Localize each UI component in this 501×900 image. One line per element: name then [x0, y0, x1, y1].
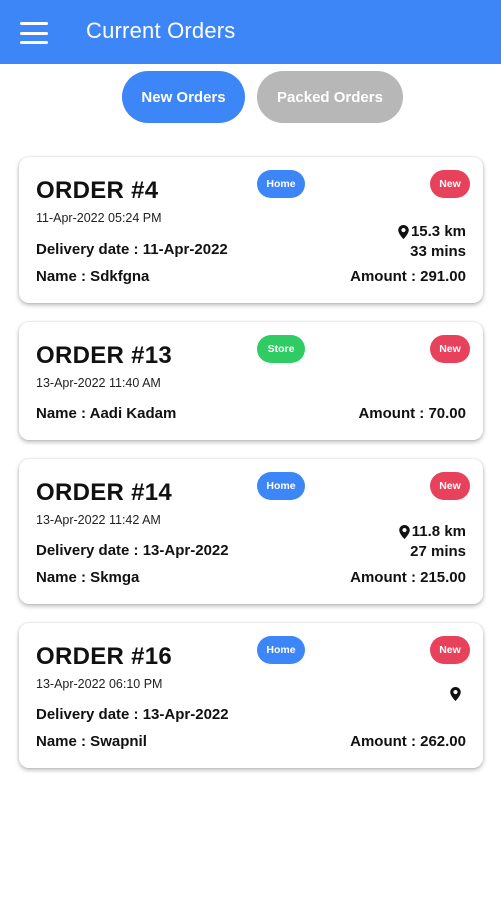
order-title: ORDER #13 [36, 342, 173, 369]
order-title: ORDER #14 [36, 479, 173, 506]
map-pin-icon [398, 224, 409, 239]
status-badge: New [430, 170, 470, 198]
order-card-14[interactable]: ORDER #14 13-Apr-2022 11:42 AM Home New … [19, 459, 483, 604]
delivery-type-badge: Store [257, 335, 305, 363]
delivery-type-badge: Home [257, 170, 305, 198]
order-amount: Amount : 215.00 [350, 569, 466, 586]
distance: 15.3 km [398, 223, 466, 240]
tab-packed-orders[interactable]: Packed Orders [257, 71, 403, 123]
hamburger-menu-icon[interactable] [20, 22, 48, 44]
map-pin-icon [450, 687, 461, 701]
delivery-date: Delivery date : 11-Apr-2022 [36, 241, 228, 258]
order-amount: Amount : 291.00 [350, 268, 466, 285]
distance: 11.8 km [399, 523, 466, 540]
tab-new-orders[interactable]: New Orders [122, 71, 245, 123]
page-title: Current Orders [86, 18, 236, 43]
order-amount: Amount : 262.00 [350, 733, 466, 750]
app-bar: Current Orders [0, 0, 501, 64]
delivery-type-badge: Home [257, 472, 305, 500]
status-badge: New [430, 636, 470, 664]
order-title: ORDER #4 [36, 177, 159, 204]
customer-name: Name : Sdkfgna [36, 268, 150, 285]
duration: 27 mins [410, 543, 466, 560]
delivery-date: Delivery date : 13-Apr-2022 [36, 542, 229, 559]
order-title: ORDER #16 [36, 643, 173, 670]
map-pin-icon [399, 524, 410, 539]
delivery-date: Delivery date : 13-Apr-2022 [36, 706, 229, 723]
order-timestamp: 13-Apr-2022 11:42 AM [36, 513, 161, 527]
order-timestamp: 13-Apr-2022 06:10 PM [36, 677, 163, 691]
order-timestamp: 13-Apr-2022 11:40 AM [36, 376, 161, 390]
customer-name: Name : Skmga [36, 569, 140, 586]
order-tabs: New Orders Packed Orders [0, 71, 501, 123]
order-card-13[interactable]: ORDER #13 13-Apr-2022 11:40 AM Store New… [19, 322, 483, 440]
order-amount: Amount : 70.00 [358, 405, 466, 422]
duration: 33 mins [410, 243, 466, 260]
delivery-type-badge: Home [257, 636, 305, 664]
customer-name: Name : Swapnil [36, 733, 147, 750]
status-badge: New [430, 472, 470, 500]
order-timestamp: 11-Apr-2022 05:24 PM [36, 211, 162, 225]
distance-value: 11.8 km [411, 523, 466, 540]
customer-name: Name : Aadi Kadam [36, 405, 177, 422]
order-card-4[interactable]: ORDER #4 11-Apr-2022 05:24 PM Home New 1… [19, 157, 483, 303]
distance-value: 15.3 km [410, 223, 466, 240]
order-card-16[interactable]: ORDER #16 13-Apr-2022 06:10 PM Home New … [19, 623, 483, 768]
status-badge: New [430, 335, 470, 363]
